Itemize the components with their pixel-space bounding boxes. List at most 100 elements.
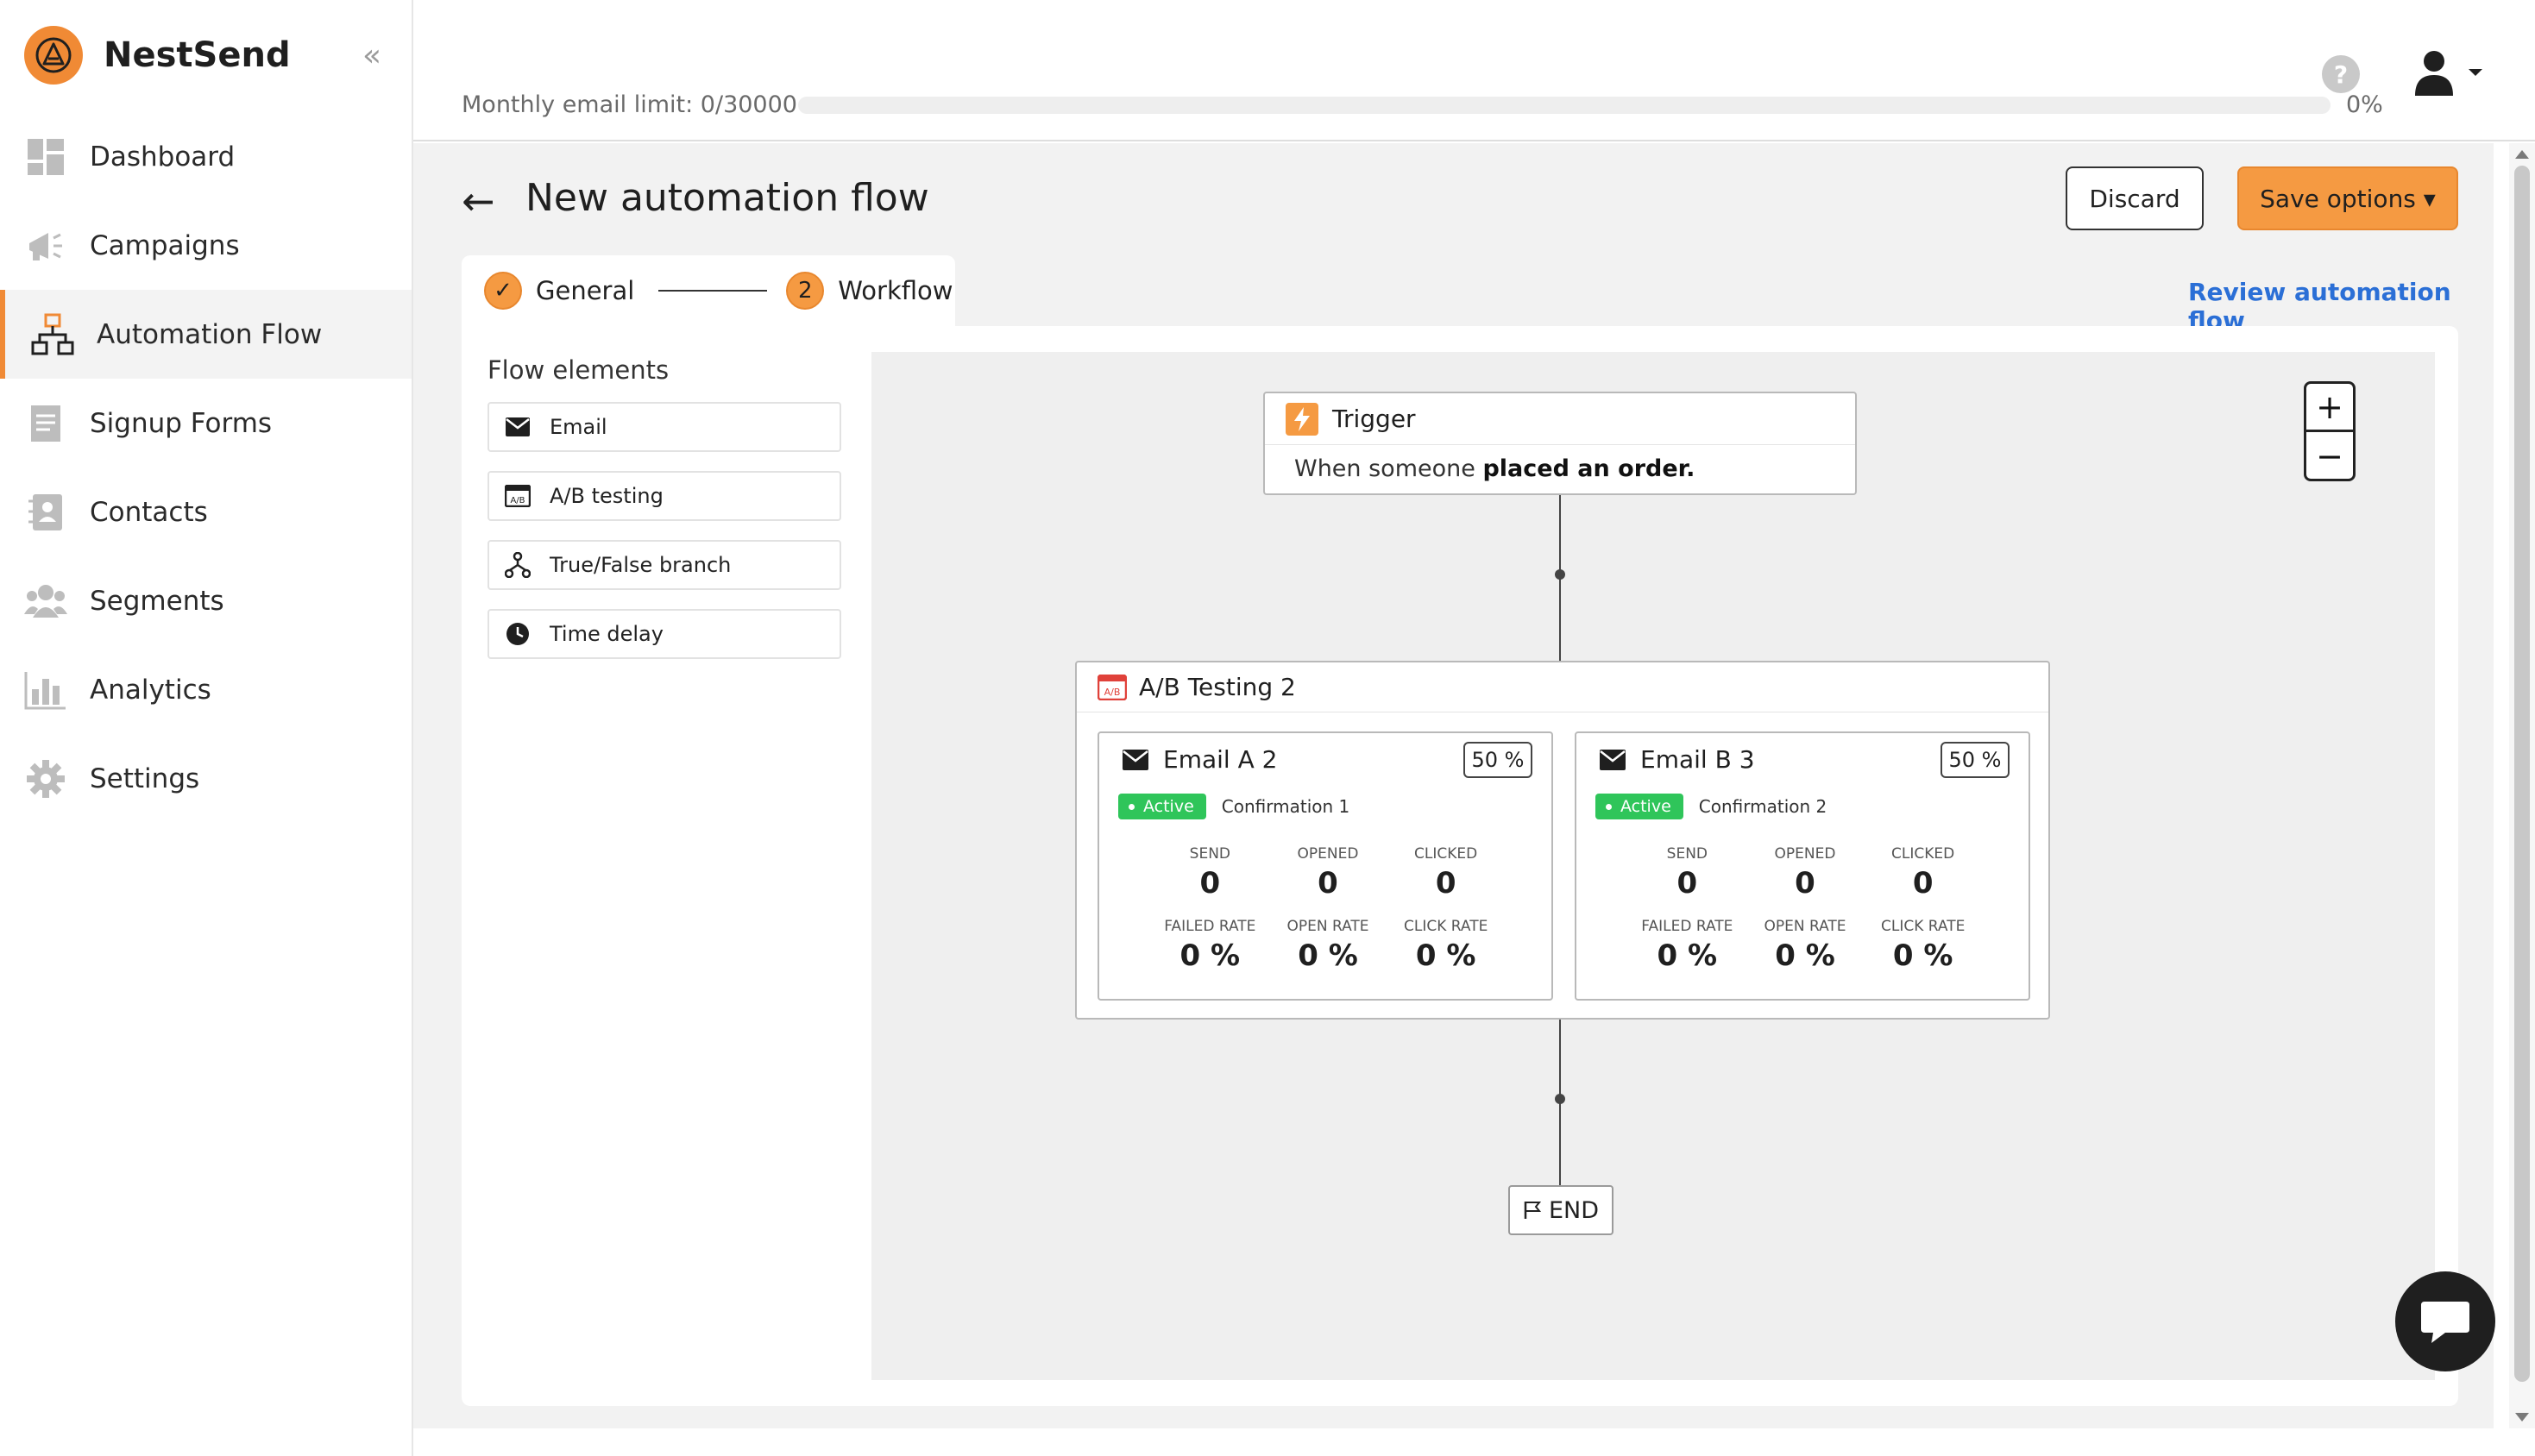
sidebar-item-label: Signup Forms (90, 407, 273, 439)
chat-widget-button[interactable] (2395, 1271, 2495, 1371)
flow-element-true-false-branch[interactable]: True/False branch (488, 540, 841, 590)
end-label: END (1548, 1196, 1600, 1224)
flow-element-time-delay[interactable]: Time delay (488, 609, 841, 659)
stat-value: 0 % (1179, 938, 1241, 973)
stat-failed-rate: FAILED RATE 0 % (1151, 918, 1269, 973)
tab-workflow[interactable]: Workflow (838, 276, 953, 305)
envelope-icon (1600, 749, 1626, 770)
trigger-node-header: Trigger (1265, 393, 1855, 445)
sidebar-item-label: Automation Flow (97, 318, 323, 350)
stat-value: 0 % (1415, 938, 1476, 973)
collapse-sidebar-icon[interactable]: « (362, 38, 381, 73)
workflow-panel: Flow elements Email A/B A/B testing True… (462, 326, 2458, 1406)
stat-label: CLICKED (1414, 845, 1478, 863)
stat-value: 0 (1199, 866, 1221, 901)
stat-opened: OPENED 0 (1269, 845, 1387, 901)
sidebar-item-label: Settings (90, 763, 200, 794)
envelope-icon (505, 417, 534, 437)
sidebar-item-settings[interactable]: Settings (0, 734, 412, 823)
ab-testing-title: A/B Testing 2 (1139, 673, 1296, 701)
chat-bubble-icon (2421, 1302, 2469, 1343)
save-options-button[interactable]: Save options ▾ (2237, 166, 2458, 230)
topbar: Monthly email limit: 0/30000 0% ? (413, 0, 2535, 141)
stat-value: 0 % (1892, 938, 1953, 973)
flow-element-label: Email (550, 415, 607, 439)
brand[interactable]: NestSend (24, 26, 291, 85)
back-arrow-icon[interactable]: ← (462, 178, 495, 224)
stat-label: SEND (1666, 845, 1708, 863)
brand-logo-icon (24, 26, 83, 85)
email-limit-text: Monthly email limit: 0/30000 (462, 91, 797, 118)
status-badge: Active (1118, 794, 1206, 819)
user-avatar-icon (2415, 51, 2453, 96)
clock-icon (505, 621, 534, 647)
stat-value: 0 (1912, 866, 1934, 901)
sidebar-item-contacts[interactable]: Contacts (0, 468, 412, 556)
flow-element-email[interactable]: Email (488, 402, 841, 452)
sidebar-item-label: Dashboard (90, 141, 236, 173)
ab-testing-node[interactable]: A/B A/B Testing 2 Email A 2 50 % Active … (1075, 661, 2050, 1020)
sidebar-item-automation-flow[interactable]: Automation Flow (0, 290, 412, 379)
sidebar-item-segments[interactable]: Segments (0, 556, 412, 645)
ab-testing-icon: A/B (1098, 674, 1127, 700)
email-variant-card-a[interactable]: Email A 2 50 % Active Confirmation 1 SEN… (1098, 731, 1553, 1001)
stat-value: 0 (1795, 866, 1815, 901)
email-name: Confirmation 1 (1221, 796, 1350, 817)
scroll-thumb[interactable] (2514, 166, 2530, 1382)
tab-general[interactable]: General (536, 276, 634, 305)
megaphone-icon (24, 224, 67, 267)
sidebar-item-dashboard[interactable]: Dashboard (0, 112, 412, 201)
flow-element-label: A/B testing (550, 484, 664, 508)
stat-label: CLICKED (1891, 845, 1955, 863)
discard-button[interactable]: Discard (2066, 166, 2204, 230)
trigger-description: When someone placed an order. (1265, 445, 1855, 482)
stat-open-rate: OPEN RATE 0 % (1746, 918, 1865, 973)
flag-icon (1524, 1202, 1542, 1219)
stat-label: OPEN RATE (1764, 918, 1846, 935)
flow-element-ab-testing[interactable]: A/B A/B testing (488, 471, 841, 521)
contacts-icon (24, 491, 67, 534)
main-content: ← New automation flow Discard Save optio… (413, 143, 2494, 1428)
svg-text:A/B: A/B (1104, 687, 1121, 698)
sidebar-item-analytics[interactable]: Analytics (0, 645, 412, 734)
help-icon[interactable]: ? (2322, 55, 2360, 93)
scroll-up-arrow[interactable] (2515, 150, 2529, 159)
zoom-out-button[interactable]: − (2306, 432, 2353, 480)
stat-value: 0 (1676, 866, 1698, 901)
email-name: Confirmation 2 (1698, 796, 1827, 817)
zoom-in-button[interactable]: + (2306, 384, 2353, 432)
stat-click-rate: CLICK RATE 0 % (1387, 918, 1505, 973)
step-complete-check-icon: ✓ (484, 272, 522, 310)
flow-element-label: True/False branch (550, 553, 732, 577)
connector-add-point[interactable] (1555, 569, 1565, 580)
trigger-description-prefix: When someone (1294, 455, 1483, 482)
sidebar-nav: Dashboard Campaigns Automation Flow Sign… (0, 112, 412, 823)
stat-label: FAILED RATE (1164, 918, 1256, 935)
page-scrollbar[interactable] (2509, 143, 2535, 1428)
bar-chart-icon (24, 668, 67, 712)
scroll-down-arrow[interactable] (2515, 1413, 2529, 1421)
trigger-node[interactable]: Trigger When someone placed an order. (1263, 392, 1857, 495)
stat-opened: OPENED 0 (1746, 845, 1865, 901)
stat-open-rate: OPEN RATE 0 % (1269, 918, 1387, 973)
email-variant-header: Email B 3 (1599, 745, 1755, 774)
envelope-icon (1123, 749, 1148, 770)
stat-value: 0 % (1298, 938, 1358, 973)
stat-value: 0 % (1657, 938, 1718, 973)
brand-name: NestSend (104, 35, 291, 75)
users-group-icon (24, 580, 67, 623)
sidebar-item-label: Analytics (90, 674, 211, 706)
sidebar-item-signup-forms[interactable]: Signup Forms (0, 379, 412, 468)
stat-clicked: CLICKED 0 (1387, 845, 1505, 901)
stat-label: OPEN RATE (1286, 918, 1369, 935)
trigger-title: Trigger (1332, 405, 1416, 433)
split-percent-badge: 50 % (1463, 742, 1532, 778)
email-variant-card-b[interactable]: Email B 3 50 % Active Confirmation 2 SEN… (1575, 731, 2030, 1001)
connector-add-point[interactable] (1555, 1094, 1565, 1104)
workflow-canvas[interactable]: + − Trigger When someone placed an order… (871, 352, 2435, 1380)
flow-element-label: Time delay (550, 622, 664, 646)
sidebar-item-campaigns[interactable]: Campaigns (0, 201, 412, 290)
stat-label: OPENED (1297, 845, 1359, 863)
user-menu[interactable] (2413, 45, 2491, 100)
email-stats: SEND 0 OPENED 0 CLICKED 0 FAILED RATE 0 % OP… (1628, 845, 1982, 973)
